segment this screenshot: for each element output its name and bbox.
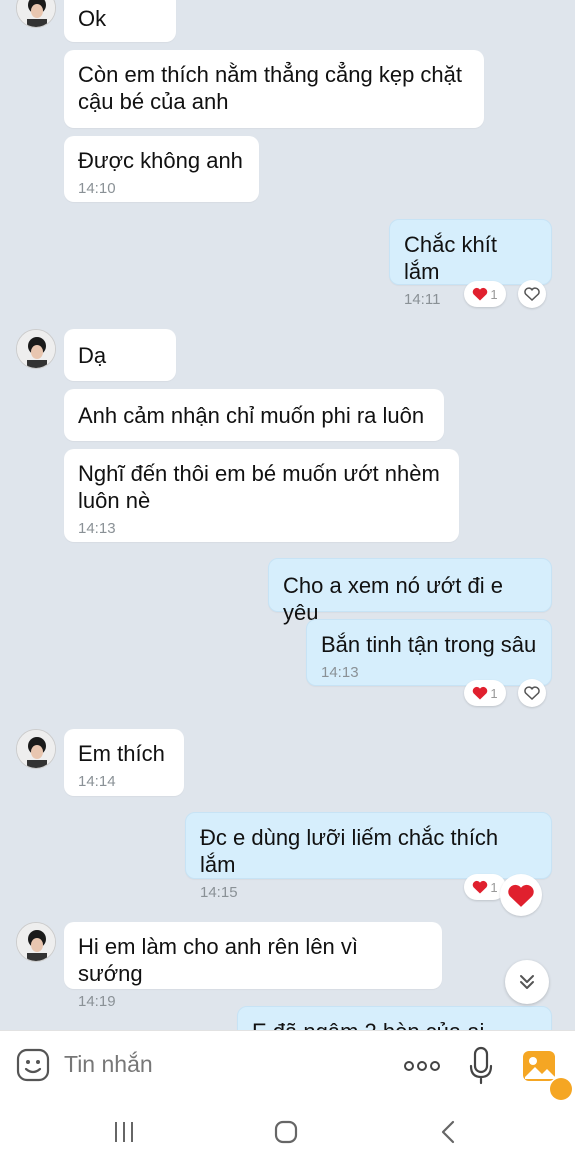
message-text: Đc e dùng lưỡi liếm chắc thích lắm (200, 825, 499, 877)
message-text: Chắc khít lắm (404, 232, 497, 284)
message-text: Anh cảm nhận chỉ muốn phi ra luôn (78, 403, 425, 428)
message-time: 14:13 (321, 664, 359, 681)
message-text: Bắn tinh tận trong sâu (321, 632, 537, 657)
message-text: Nghĩ đến thôi em bé muốn ướt nhèm luôn n… (78, 461, 440, 513)
heart-outline-icon (524, 287, 540, 301)
chat-area[interactable]: Ok Còn em thích nằm thẳng cẳng kẹp chặt … (0, 0, 575, 1030)
more-button[interactable] (402, 1056, 442, 1076)
like-button[interactable] (500, 874, 542, 916)
message-text: Hi em làm cho anh rên lên vì sướng (78, 934, 359, 986)
reaction-badge[interactable]: 1 (464, 680, 506, 706)
recent-apps-button[interactable] (112, 1120, 136, 1144)
back-button[interactable] (436, 1119, 462, 1145)
reaction-badge[interactable]: 1 (464, 281, 506, 307)
message-bubble[interactable]: Bắn tinh tận trong sâu 14:13 (306, 619, 552, 686)
scroll-to-bottom-button[interactable] (505, 960, 549, 1004)
reaction-count: 1 (490, 286, 498, 302)
message-bubble[interactable]: Cho a xem nó ướt đi e yêu (268, 558, 552, 625)
gallery-badge (550, 1078, 572, 1100)
message-text: Cho a xem nó ướt đi e yêu (283, 573, 503, 625)
microphone-icon (469, 1046, 493, 1085)
microphone-button[interactable] (468, 1046, 494, 1086)
back-icon (441, 1120, 455, 1144)
home-button[interactable] (273, 1119, 299, 1145)
message-input-bar: Tin nhắn (0, 1030, 575, 1101)
avatar[interactable] (16, 729, 56, 769)
message-bubble[interactable]: Được không anh 14:10 (64, 136, 259, 202)
heart-icon (508, 884, 534, 907)
home-icon (274, 1120, 298, 1144)
message-text: Được không anh (78, 148, 243, 173)
heart-icon (473, 686, 488, 700)
message-bubble[interactable]: Còn em thích nằm thẳng cẳng kẹp chặt cậu… (64, 50, 484, 128)
message-bubble[interactable]: Anh cảm nhận chỉ muốn phi ra luôn (64, 389, 444, 441)
more-icon (404, 1061, 440, 1071)
like-button[interactable] (518, 679, 546, 707)
message-text: Ok (78, 6, 107, 31)
message-text: Dạ (78, 343, 107, 368)
avatar[interactable] (16, 922, 56, 962)
message-text: E đã ngậm 2 hòn của ai chưa (252, 1019, 484, 1030)
message-bubble[interactable]: Em thích 14:14 (64, 729, 184, 796)
message-text: Em thích (78, 741, 165, 766)
message-time: 14:14 (78, 773, 116, 790)
heart-outline-icon (524, 686, 540, 700)
sticker-button[interactable] (16, 1048, 50, 1082)
message-bubble[interactable]: Dạ (64, 329, 176, 381)
sticker-icon (16, 1048, 50, 1082)
message-bubble[interactable]: Chắc khít lắm 14:11 (389, 219, 552, 308)
system-nav-bar (0, 1100, 575, 1165)
message-bubble[interactable]: E đã ngậm 2 hòn của ai chưa (237, 1006, 552, 1030)
chevron-double-down-icon (520, 975, 534, 989)
heart-icon (473, 287, 488, 301)
message-bubble[interactable]: Ok (64, 0, 176, 42)
message-time: 14:13 (78, 520, 116, 537)
avatar[interactable] (16, 329, 56, 369)
reaction-count: 1 (490, 685, 498, 701)
avatar[interactable] (16, 0, 56, 28)
reaction-count: 1 (490, 879, 498, 895)
message-input[interactable]: Tin nhắn (64, 1051, 153, 1078)
message-text: Còn em thích nằm thẳng cẳng kẹp chặt cậu… (78, 62, 463, 114)
message-bubble[interactable]: Nghĩ đến thôi em bé muốn ướt nhèm luôn n… (64, 449, 459, 542)
recent-apps-icon (115, 1122, 133, 1142)
heart-icon (473, 880, 488, 894)
message-bubble[interactable]: Hi em làm cho anh rên lên vì sướng 14:19 (64, 922, 442, 1010)
like-button[interactable] (518, 280, 546, 308)
message-time: 14:10 (78, 180, 116, 197)
message-bubble[interactable]: Đc e dùng lưỡi liếm chắc thích lắm 14:15 (185, 812, 552, 901)
